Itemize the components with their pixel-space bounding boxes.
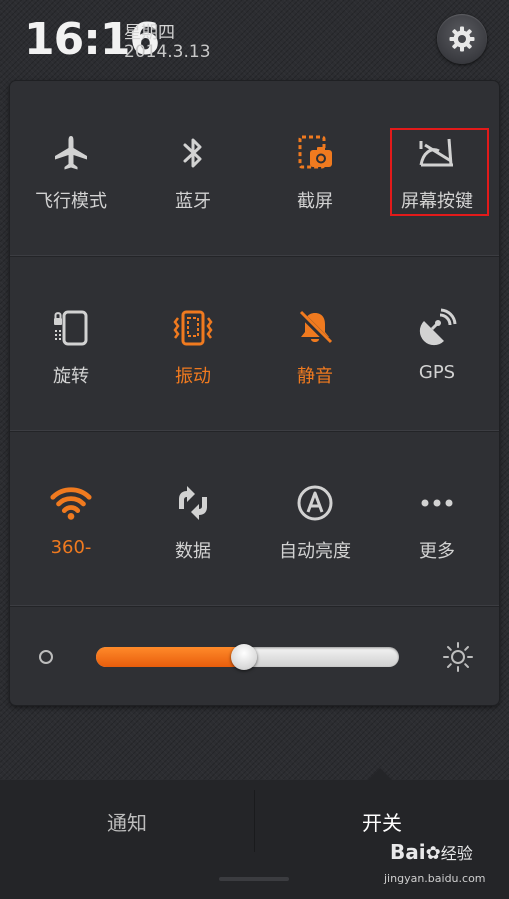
toggle-label: 旋转 (53, 366, 89, 387)
toggle-bluetooth[interactable]: 蓝牙 (132, 81, 254, 255)
toggle-auto-brightness[interactable]: 自动亮度 (254, 431, 376, 605)
toggle-label: 截屏 (297, 191, 333, 212)
watermark: Bai✿经验 jingyan.baidu.com (384, 834, 500, 894)
toggle-label: 蓝牙 (175, 191, 211, 212)
more-icon (421, 499, 453, 507)
toggle-airplane-mode[interactable]: 飞行模式 (10, 81, 132, 255)
toggle-label: 更多 (419, 541, 455, 562)
drag-handle[interactable] (219, 877, 289, 881)
toggle-row-1: 飞行模式 蓝牙 截屏 屏幕按键 (10, 81, 499, 255)
toggle-label: GPS (418, 362, 456, 383)
toggle-label: 静音 (297, 366, 333, 387)
rotate-icon (54, 310, 88, 346)
toggle-label: 360- (50, 537, 92, 558)
mute-icon (297, 310, 333, 346)
toggle-label: 自动亮度 (279, 541, 351, 562)
watermark-logo: Bai✿经验 (390, 840, 473, 864)
toggle-row-2: 旋转 振动 静音 GPS (10, 256, 499, 430)
bluetooth-icon (183, 138, 202, 168)
vibrate-icon (173, 310, 213, 346)
weekday-label: 星期四 (124, 23, 175, 43)
toggle-label: 飞行模式 (35, 191, 107, 212)
toggle-rotate[interactable]: 旋转 (10, 256, 132, 430)
brightness-slider-fill (96, 647, 244, 667)
toggle-mute[interactable]: 静音 (254, 256, 376, 430)
tab-notifications[interactable]: 通知 (0, 780, 254, 862)
toggle-label: 振动 (175, 366, 211, 387)
toggle-screenshot[interactable]: 截屏 (254, 81, 376, 255)
toggle-label: 数据 (175, 541, 211, 562)
toggle-mobile-data[interactable]: 数据 (132, 431, 254, 605)
highlight-box (390, 128, 489, 216)
quick-toggle-panel: 飞行模式 蓝牙 截屏 屏幕按键 旋转 振动 静音 GPS 360- 数据 自动亮… (10, 81, 499, 705)
toggle-vibrate[interactable]: 振动 (132, 256, 254, 430)
toggle-row-3: 360- 数据 自动亮度 更多 (10, 431, 499, 605)
watermark-url: jingyan.baidu.com (384, 872, 486, 885)
brightness-high-icon (443, 642, 473, 672)
brightness-slider[interactable] (96, 644, 399, 670)
gps-icon (419, 308, 457, 346)
toggle-wifi[interactable]: 360- (10, 431, 132, 605)
active-tab-indicator (368, 768, 392, 780)
wifi-icon (50, 487, 92, 520)
brightness-control (10, 606, 499, 705)
screenshot-icon (298, 135, 332, 169)
brightness-low-icon (39, 650, 53, 664)
data-icon (179, 486, 207, 520)
paw-icon: ✿ (425, 843, 441, 864)
settings-button[interactable] (437, 14, 487, 64)
gear-icon (449, 26, 475, 52)
toggle-gps[interactable]: GPS (376, 256, 498, 430)
toggle-more[interactable]: 更多 (376, 431, 498, 605)
watermark-logo-suffix: 经验 (440, 844, 473, 863)
date-label: 2014.3.13 (124, 42, 211, 62)
brightness-slider-thumb[interactable] (231, 644, 257, 670)
airplane-icon (55, 136, 87, 170)
watermark-logo-text: Bai (390, 840, 426, 864)
auto-brightness-icon (297, 485, 333, 521)
